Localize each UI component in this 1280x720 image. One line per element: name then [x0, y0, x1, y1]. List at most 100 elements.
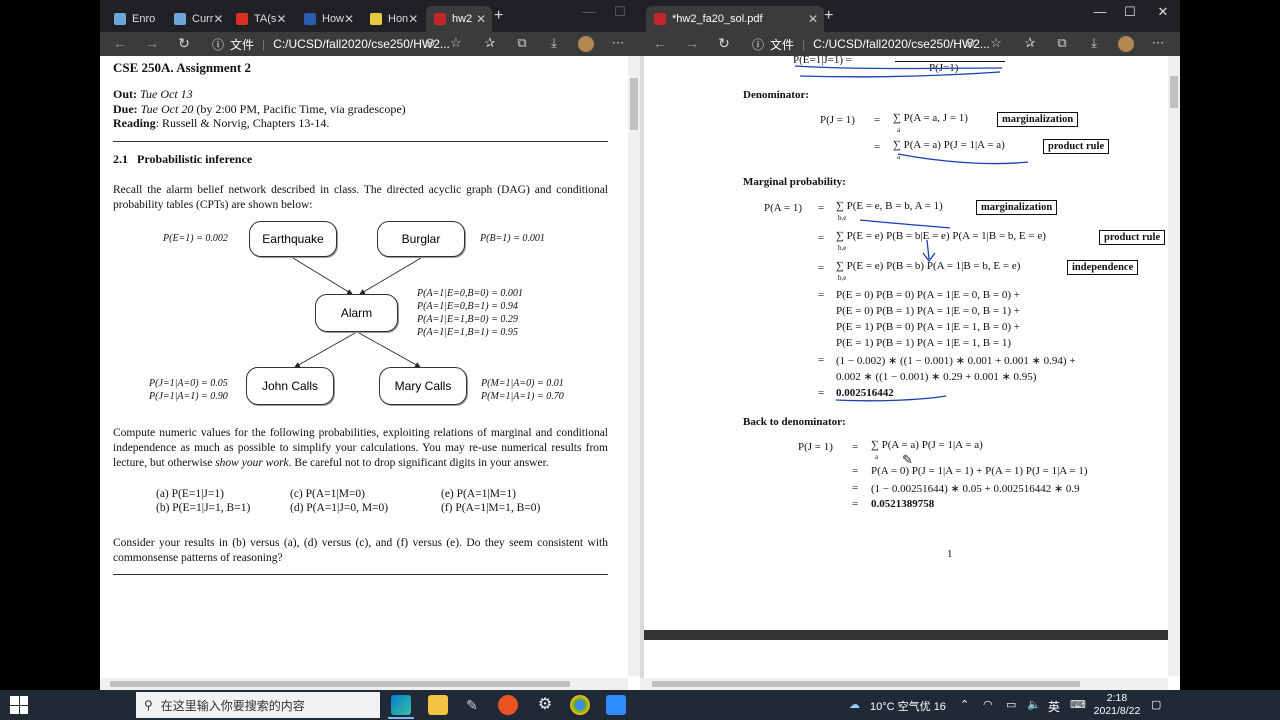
close-icon[interactable]: ✕ [808, 12, 818, 26]
maximize-button[interactable]: ☐ [605, 4, 635, 20]
new-tab-button[interactable]: + [494, 7, 503, 25]
right-browser-window: *hw2_fa20_sol.pdf ✕ + — ☐ ✕ ← → ↻ ⓘ 文件 | C:/… [640, 0, 1180, 690]
collections-icon[interactable]: ⧉ [512, 35, 532, 51]
tab-label: TA(s [254, 13, 277, 25]
cpt-earthquake: P(E=1) = 0.002 [163, 233, 228, 244]
close-icon[interactable]: ✕ [476, 12, 486, 26]
start-tile [19, 696, 28, 705]
back-button[interactable]: ← [110, 35, 130, 51]
info-icon: ⓘ [212, 37, 225, 52]
question-f: (f) P(A=1|M=1, B=0) [441, 502, 541, 514]
node-mary-calls: Mary Calls [379, 367, 467, 405]
favorite-add-icon[interactable]: ☆ [986, 35, 1006, 51]
volume-icon[interactable]: 🔈 [1027, 698, 1041, 711]
minimize-button[interactable]: — [1085, 4, 1115, 19]
weather-icon[interactable]: ☁ [849, 698, 860, 711]
tab-enroll[interactable]: Enro [106, 6, 160, 32]
tab-label: Curr [192, 13, 214, 25]
vertical-scrollbar[interactable] [1168, 56, 1180, 676]
question-e: (e) P(A=1|M=1) [441, 488, 516, 500]
close-icon[interactable]: ✕ [213, 12, 222, 26]
scrollbar-thumb[interactable] [652, 681, 1080, 687]
forward-button[interactable]: → [682, 35, 702, 51]
refresh-button[interactable]: ↻ [714, 35, 734, 52]
start-button[interactable] [10, 696, 28, 714]
ime-indicator[interactable]: 英 [1048, 698, 1060, 715]
cpt-john-row: P(J=1|A=1) = 0.90 [149, 391, 228, 402]
right-address-bar: ← → ↻ ⓘ 文件 | C:/UCSD/fall2020/cse250/HW2...… [640, 32, 1180, 56]
edge-taskbar-icon[interactable] [391, 695, 411, 715]
chrome-icon[interactable] [570, 695, 590, 715]
battery-icon[interactable]: ▭ [1006, 698, 1016, 711]
new-tab-button[interactable]: + [824, 7, 833, 25]
clock[interactable]: 2:18 2021/8/22 [1090, 692, 1144, 718]
separator: | [262, 37, 266, 51]
node-burglar: Burglar [377, 221, 465, 257]
close-window-button[interactable]: ✕ [1148, 4, 1178, 20]
avatar[interactable] [1118, 36, 1134, 52]
minimize-button[interactable]: — [574, 4, 604, 19]
vertical-scrollbar[interactable] [628, 56, 640, 676]
refresh-button[interactable]: ↻ [174, 35, 194, 52]
tab-hon[interactable]: Hon ✕ [362, 6, 424, 32]
collections-icon[interactable]: ⧉ [1052, 35, 1072, 51]
start-tile [19, 705, 28, 714]
pen-app-icon[interactable]: ✎ [462, 695, 482, 715]
taskbar-search-box[interactable]: ⚲ 在这里输入你要搜索的内容 [136, 692, 380, 718]
tab-label: hw2 [452, 13, 473, 25]
more-menu-icon[interactable]: ⋯ [1148, 35, 1168, 51]
file-explorer-icon[interactable] [428, 695, 448, 715]
tab-hw2-sol[interactable]: *hw2_fa20_sol.pdf ✕ [646, 6, 824, 32]
download-icon[interactable]: ⤓ [1084, 35, 1104, 51]
close-icon[interactable]: ✕ [408, 12, 418, 26]
tab-label: How [322, 13, 345, 25]
question-a: (a) P(E=1|J=1) [156, 488, 224, 500]
chevron-up-icon[interactable]: ⌃ [960, 698, 969, 711]
notification-icon[interactable]: ▢ [1151, 698, 1161, 711]
zoom-icon[interactable]: ⊖ [960, 35, 980, 51]
forward-button[interactable]: → [142, 35, 162, 51]
cpt-alarm-row: P(A=1|E=0,B=0) = 0.001 [417, 288, 523, 299]
keyboard-icon[interactable]: ⌨ [1070, 698, 1086, 711]
network-icon[interactable]: ◠ [983, 698, 993, 711]
info-icon: ⓘ [752, 37, 765, 52]
scrollbar-thumb[interactable] [630, 78, 638, 130]
tab-ta[interactable]: TA(s ✕ [228, 6, 290, 32]
instructions-text-end: . Be careful not to drop significant dig… [288, 457, 549, 469]
close-icon[interactable]: ✕ [344, 12, 354, 26]
tab-favicon-icon [370, 13, 382, 25]
weather-text[interactable]: 10°C 空气优 16 [870, 698, 946, 714]
favorites-icon[interactable]: ✰ [1020, 35, 1040, 51]
pdf-icon [434, 13, 446, 25]
close-icon[interactable]: ✕ [276, 12, 286, 26]
zoom-app-icon[interactable] [606, 695, 626, 715]
maximize-button[interactable]: ☐ [1115, 4, 1145, 20]
zoom-icon[interactable]: ⊖ [420, 35, 440, 51]
edge-burglar-alarm [359, 257, 422, 295]
scrollbar-thumb[interactable] [110, 681, 570, 687]
tab-hw2[interactable]: hw2 ✕ [426, 6, 492, 32]
search-icon: ⚲ [144, 698, 153, 712]
favorite-add-icon[interactable]: ☆ [446, 35, 466, 51]
cpt-burglar: P(B=1) = 0.001 [480, 233, 545, 244]
tab-curr[interactable]: Curr ✕ [166, 6, 222, 32]
ubuntu-icon[interactable] [498, 695, 518, 715]
back-button[interactable]: ← [650, 35, 670, 51]
favorites-icon[interactable]: ✰ [480, 35, 500, 51]
tab-favicon-icon [304, 13, 316, 25]
tab-favicon-icon [114, 13, 126, 25]
avatar[interactable] [578, 36, 594, 52]
cpt-john-row: P(J=1|A=0) = 0.05 [149, 378, 228, 389]
settings-icon[interactable]: ⚙ [535, 695, 555, 715]
consider-paragraph: Consider your results in (b) versus (a),… [113, 537, 608, 564]
tab-how[interactable]: How ✕ [296, 6, 358, 32]
edge-earthquake-alarm [292, 257, 353, 295]
download-icon[interactable]: ⤓ [544, 35, 564, 51]
search-placeholder: 在这里输入你要搜索的内容 [160, 698, 305, 713]
scrollbar-thumb[interactable] [1170, 76, 1178, 108]
left-browser-window: Enro Curr ✕ TA(s ✕ How ✕ Hon ✕ hw2 ✕ + — ☐ ← … [100, 0, 640, 690]
more-menu-icon[interactable]: ⋯ [608, 35, 628, 51]
tab-label: Enro [132, 13, 156, 25]
tab-label: Hon [388, 13, 409, 25]
file-label: 文件 [230, 37, 255, 52]
